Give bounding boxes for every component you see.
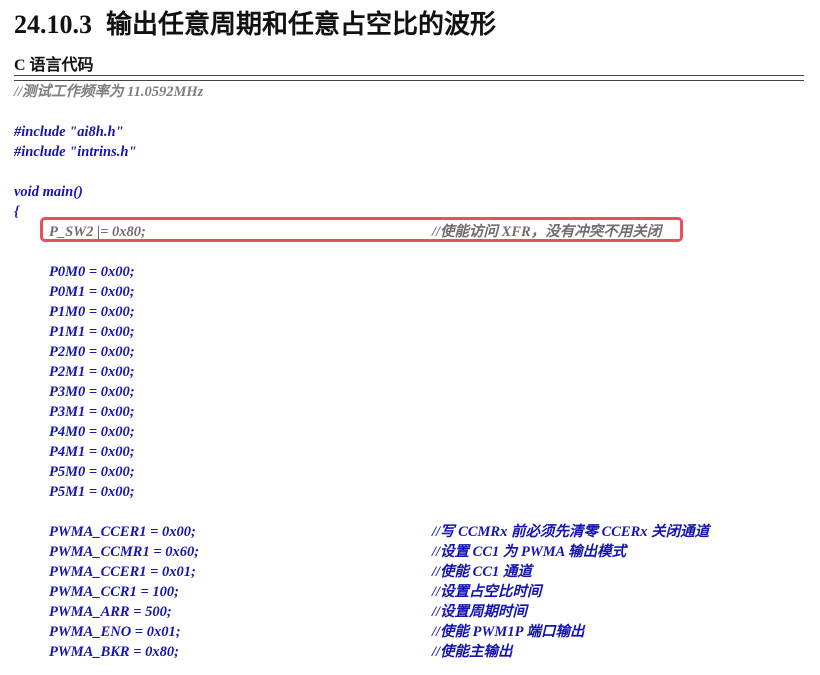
code-statement: PWMA_ARR = 500;	[49, 604, 172, 620]
code-comment: //写 CCMRx 前必须先清零 CCERx 关闭通道	[432, 524, 710, 540]
code-statement: PWMA_ENO = 0x01;	[49, 624, 181, 640]
code-comment: //使能 PWM1P 端口输出	[432, 624, 585, 640]
code-statement: P4M1 = 0x00;	[49, 444, 135, 460]
include-line: #include "intrins.h"	[14, 144, 137, 160]
section-title: 输出任意周期和任意占空比的波形	[106, 10, 497, 39]
psw2-line: P_SW2 |= 0x80; //使能访问 XFR，没有冲突不用关闭	[0, 222, 820, 242]
code-statement: P2M0 = 0x00;	[49, 344, 135, 360]
code-statement: PWMA_BKR = 0x80;	[49, 644, 179, 660]
section-number: 24.10.3	[14, 10, 92, 39]
code-statement: P2M1 = 0x00;	[49, 364, 135, 380]
code-statement: PWMA_CCR1 = 100;	[49, 584, 179, 600]
include-line: #include "ai8h.h"	[14, 124, 124, 140]
code-statement: P4M0 = 0x00;	[49, 424, 135, 440]
open-brace: {	[14, 204, 20, 220]
code-statement: P_SW2 |= 0x80;	[49, 224, 146, 240]
code-statement: P0M0 = 0x00;	[49, 264, 135, 280]
code-statement: P3M0 = 0x00;	[49, 384, 135, 400]
code-comment: //设置 CC1 为 PWMA 输出模式	[432, 544, 627, 560]
header-comment: //测试工作频率为 11.0592MHz	[14, 84, 204, 100]
code-statement: PWMA_CCER1 = 0x01;	[49, 564, 196, 580]
divider-top	[14, 75, 804, 76]
main-declaration: void main()	[14, 184, 83, 200]
divider-bottom	[14, 80, 804, 81]
code-comment: //使能主输出	[432, 644, 513, 660]
code-statement: P0M1 = 0x00;	[49, 284, 135, 300]
code-comment: //使能 CC1 通道	[432, 564, 532, 580]
code-comment: //设置占空比时间	[432, 584, 542, 600]
section-heading: 24.10.3 输出任意周期和任意占空比的波形	[14, 4, 496, 41]
code-statement: P1M1 = 0x00;	[49, 324, 135, 340]
code-comment: //使能访问 XFR，没有冲突不用关闭	[432, 224, 662, 240]
code-statement: P5M0 = 0x00;	[49, 464, 135, 480]
code-comment: //设置周期时间	[432, 604, 528, 620]
code-statement: PWMA_CCER1 = 0x00;	[49, 524, 196, 540]
code-statement: P5M1 = 0x00;	[49, 484, 135, 500]
code-statement: PWMA_CCMR1 = 0x60;	[49, 544, 200, 560]
code-language-label: C 语言代码	[14, 57, 94, 74]
code-block: //测试工作频率为 11.0592MHz #include "ai8h.h" #…	[0, 82, 820, 662]
code-statement: P3M1 = 0x00;	[49, 404, 135, 420]
code-statement: P1M0 = 0x00;	[49, 304, 135, 320]
